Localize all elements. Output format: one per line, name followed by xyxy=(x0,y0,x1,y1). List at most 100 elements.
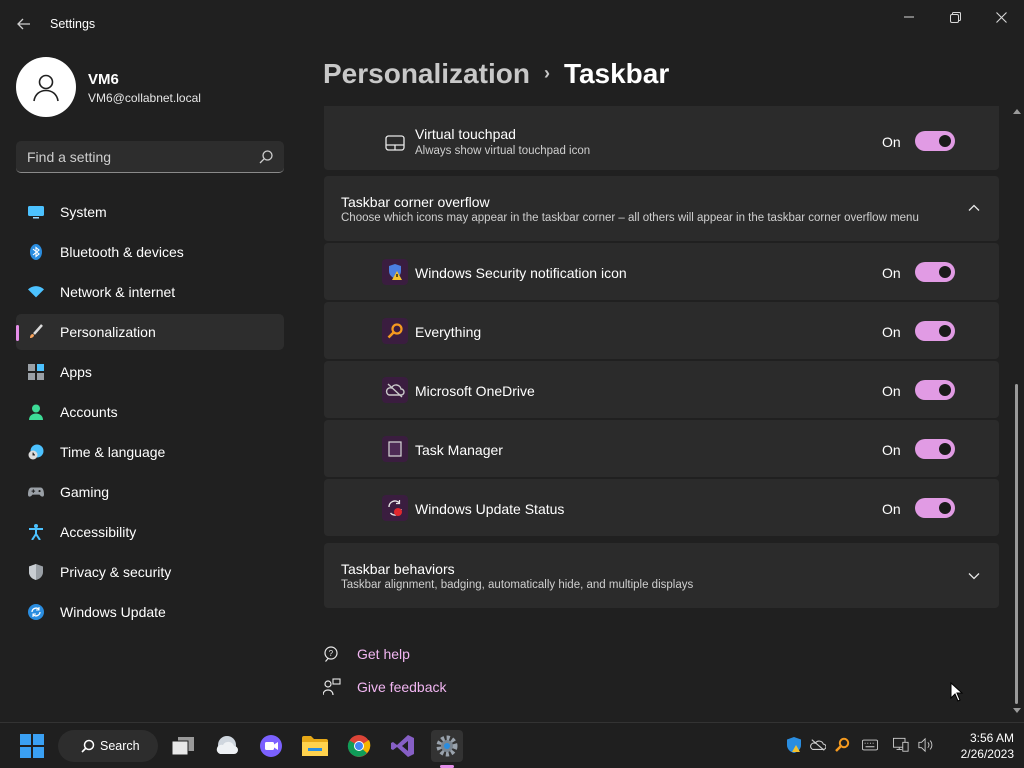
sidebar-item-windows-update[interactable]: Windows Update xyxy=(16,594,284,630)
sidebar-item-label: Network & internet xyxy=(60,284,176,300)
keyboard-icon[interactable] xyxy=(862,737,878,753)
sidebar-item-time-language[interactable]: Time & language xyxy=(16,434,284,470)
everything-toggle[interactable] xyxy=(915,321,955,341)
taskbar: Search 3:56 AM 2/26/2023 xyxy=(0,722,1024,768)
task-manager-toggle[interactable] xyxy=(915,439,955,459)
sidebar-item-network[interactable]: Network & internet xyxy=(16,274,284,310)
chevron-up-icon[interactable] xyxy=(967,201,981,215)
title-bar: Settings xyxy=(0,0,1024,48)
restore-button[interactable] xyxy=(932,4,978,30)
visual-studio-button[interactable] xyxy=(387,730,419,762)
breadcrumb: Personalization › Taskbar xyxy=(323,58,669,90)
close-button[interactable] xyxy=(978,4,1024,30)
overflow-item-label: Everything xyxy=(415,324,482,340)
chrome-button[interactable] xyxy=(343,730,375,762)
toggle-state-label: On xyxy=(882,501,901,517)
folder-icon xyxy=(302,736,328,756)
toggle-state-label: On xyxy=(882,383,901,399)
visual-studio-icon xyxy=(391,735,414,757)
volume-icon[interactable] xyxy=(918,737,934,753)
scroll-up-icon[interactable] xyxy=(1013,108,1021,114)
system-icon xyxy=(28,204,44,220)
overflow-item-row: Windows Update Status On xyxy=(324,479,999,536)
accounts-icon xyxy=(28,404,44,420)
toggle-state-label: On xyxy=(882,265,901,281)
page-title: Taskbar xyxy=(563,58,670,89)
sidebar-item-personalization[interactable]: Personalization xyxy=(16,314,284,350)
settings-app-button[interactable] xyxy=(431,730,463,762)
search-icon[interactable] xyxy=(258,149,274,165)
widgets-button[interactable] xyxy=(211,730,243,762)
sidebar-item-system[interactable]: System xyxy=(16,194,284,230)
virtual-touchpad-toggle[interactable] xyxy=(915,131,955,151)
onedrive-toggle[interactable] xyxy=(915,380,955,400)
sidebar-item-accessibility[interactable]: Accessibility xyxy=(16,514,284,550)
close-icon xyxy=(995,11,1007,23)
app-title: Settings xyxy=(50,17,96,31)
user-email: VM6@collabnet.local xyxy=(88,91,201,105)
task-manager-icon xyxy=(382,436,408,462)
accessibility-icon xyxy=(28,524,44,540)
back-button[interactable] xyxy=(12,12,36,36)
taskbar-search-label: Search xyxy=(100,739,140,753)
shield-icon xyxy=(28,564,44,580)
corner-overflow-title: Taskbar corner overflow xyxy=(341,194,490,210)
sidebar-item-label: Accessibility xyxy=(60,524,137,540)
avatar[interactable] xyxy=(16,57,76,117)
windows-security-tray-icon[interactable] xyxy=(786,737,802,753)
minimize-icon xyxy=(904,16,914,18)
virtual-touchpad-title: Virtual touchpad xyxy=(415,126,516,142)
feedback-icon xyxy=(323,678,341,696)
scroll-down-icon[interactable] xyxy=(1013,708,1021,714)
chevron-down-icon[interactable] xyxy=(967,569,981,583)
overflow-item-row: Windows Security notification icon On xyxy=(324,243,999,300)
sidebar-item-accounts[interactable]: Accounts xyxy=(16,394,284,430)
scroll-thumb[interactable] xyxy=(1015,384,1018,704)
search-input[interactable]: Find a setting xyxy=(16,141,284,173)
settings-content: Virtual touchpad Always show virtual tou… xyxy=(324,106,1000,722)
task-view-button[interactable] xyxy=(167,730,199,762)
settings-window: Settings VM6 VM6@collabnet.local Find a … xyxy=(0,0,1024,722)
onedrive-icon xyxy=(382,377,408,403)
mouse-cursor-icon xyxy=(950,682,964,702)
onedrive-tray-icon[interactable] xyxy=(810,737,826,753)
gamepad-icon xyxy=(28,484,44,500)
gear-icon xyxy=(436,735,458,757)
everything-tray-icon[interactable] xyxy=(834,737,850,753)
toggle-state-label: On xyxy=(882,134,901,150)
sidebar-item-gaming[interactable]: Gaming xyxy=(16,474,284,510)
breadcrumb-parent[interactable]: Personalization xyxy=(323,58,530,89)
windows-security-toggle[interactable] xyxy=(915,262,955,282)
windows-security-icon xyxy=(382,259,408,285)
corner-overflow-header[interactable]: Taskbar corner overflow Choose which ico… xyxy=(324,176,999,241)
file-explorer-button[interactable] xyxy=(299,730,331,762)
network-icon[interactable] xyxy=(893,737,909,753)
back-arrow-icon xyxy=(17,18,30,30)
sidebar-item-bluetooth[interactable]: Bluetooth & devices xyxy=(16,234,284,270)
clock-time: 3:56 AM xyxy=(969,731,1014,745)
overflow-item-label: Windows Security notification icon xyxy=(415,265,627,281)
sidebar-item-label: Personalization xyxy=(60,324,156,340)
start-button[interactable] xyxy=(16,730,48,762)
content-scrollbar[interactable] xyxy=(1013,106,1021,716)
system-clock[interactable]: 3:56 AM 2/26/2023 xyxy=(944,730,1014,762)
search-placeholder: Find a setting xyxy=(27,149,112,165)
sidebar-item-apps[interactable]: Apps xyxy=(16,354,284,390)
sidebar-item-label: Accounts xyxy=(60,404,118,420)
windows-update-status-toggle[interactable] xyxy=(915,498,955,518)
sidebar-item-label: Time & language xyxy=(60,444,166,460)
taskbar-search-button[interactable]: Search xyxy=(58,730,158,762)
teams-chat-button[interactable] xyxy=(255,730,287,762)
windows-logo-icon xyxy=(20,734,44,758)
windows-update-status-icon xyxy=(382,495,408,521)
virtual-touchpad-subtitle: Always show virtual touchpad icon xyxy=(415,145,591,157)
toggle-state-label: On xyxy=(882,324,901,340)
taskbar-behaviors-header[interactable]: Taskbar behaviors Taskbar alignment, bad… xyxy=(324,543,999,608)
sidebar-item-label: Privacy & security xyxy=(60,564,172,580)
get-help-label: Get help xyxy=(357,646,410,662)
touchpad-icon xyxy=(382,130,408,156)
help-icon: ? xyxy=(324,646,338,662)
minimize-button[interactable] xyxy=(886,4,932,30)
sidebar-item-privacy-security[interactable]: Privacy & security xyxy=(16,554,284,590)
sidebar-item-label: Bluetooth & devices xyxy=(60,244,184,260)
